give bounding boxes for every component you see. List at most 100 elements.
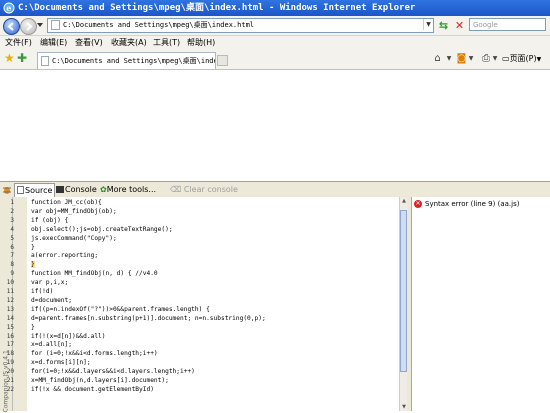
source-tab[interactable]: Source [14,183,56,198]
source-code-view[interactable]: 1 function JM_cc(ob){ 2 var obj=MM_findObj(… [7,197,399,411]
code-line: a(error.reporting; [31,252,99,260]
code-line: x=MM_findObj(n,d.layers[i].document); [31,377,169,384]
error-pane: ✕ Syntax error (line 9) (aa.js) [411,197,550,411]
home-icon[interactable]: ⌂ [432,53,443,65]
page-menu-label: 页面(P) [509,54,537,63]
line-number: 4 [10,225,14,233]
line-number: 15 [6,323,14,331]
page-icon [51,20,60,30]
line-number: 2 [10,207,14,215]
page-icon [41,56,49,66]
page-menu-icon: ▭ [502,54,510,63]
refresh-icon[interactable]: ⇆ [437,19,450,32]
line-number: 20 [6,368,14,376]
line-number: 19 [6,359,14,367]
address-url: C:\Documents and Settings\mpeg\桌面\index.… [63,21,255,29]
ie-icon: e [3,2,15,14]
code-line: obj.select();js=obj.createTextRange(); [31,225,173,233]
home-dropdown-icon[interactable]: ▼ [446,53,452,65]
line-number: 7 [10,252,14,260]
code-line: x=d.forms[i][n]; [31,359,91,367]
forward-button[interactable] [20,18,37,35]
address-dropdown-icon[interactable]: ▼ [423,19,433,30]
tab-label: C:\Documents and Settings\mpeg\桌面\index.… [52,57,215,65]
scroll-thumb[interactable] [400,210,407,372]
line-number: 6 [10,243,14,251]
code-line: if((p=n.indexOf("?"))>0&&parent.frames.l… [31,305,210,313]
stop-icon[interactable]: ✕ [453,19,466,32]
code-line: x=d.all[n]; [31,341,72,349]
console-tab[interactable]: Console [54,183,99,196]
line-number: 17 [6,341,14,349]
code-line: for(i=0;!x&&d.layers&&i<d.layers.length;… [31,368,195,376]
code-line: } [31,323,35,331]
line-number: 10 [6,279,14,287]
line-number: 13 [6,305,14,313]
line-number: 5 [10,234,14,242]
search-input[interactable]: Google [469,18,546,31]
error-message[interactable]: Syntax error (line 9) (aa.js) [425,198,519,210]
page-menu-button[interactable]: ▭页面(P)▼ [502,53,541,66]
line-number: 16 [6,332,14,340]
back-button[interactable] [3,18,20,35]
code-line: var p,i,x; [31,279,69,287]
tab-bar: ★ ✚ C:\Documents and Settings\mpeg\桌面\in… [0,50,550,70]
arrow-left-icon [7,22,14,31]
feeds-icon[interactable]: ◙ [456,53,467,65]
title-bar: e C:\Documents and Settings\mpeg\桌面\inde… [0,0,550,16]
code-line: var obj=MM_findObj(ob); [31,207,117,215]
code-line: if (obj) { [31,216,69,224]
line-number: 12 [6,296,14,304]
line-number: 22 [6,385,14,393]
code-line: if(!x && document.getElementById) [31,385,154,393]
code-line: function JM_cc(ob){ [31,199,102,206]
code-line: if(!(x=d[n])&&d.all) [31,332,106,340]
svg-text:e: e [6,3,11,13]
line-number: 14 [6,314,14,322]
error-icon: ✕ [414,200,422,208]
more-tools-button[interactable]: ✿More tools... [98,183,158,196]
more-tools-label: More tools... [106,185,157,194]
history-dropdown-icon[interactable] [37,22,43,28]
code-gutter [13,197,27,411]
line-number: 3 [10,216,14,224]
menu-help[interactable]: 帮助(H) [187,36,215,50]
address-toolbar: C:\Documents and Settings\mpeg\桌面\index.… [0,16,550,36]
code-line: for (i=0;!x&&i<d.forms.length;i++) [31,350,158,358]
menu-file[interactable]: 文件(F) [5,36,32,50]
source-tab-label: Source [25,186,53,195]
page-menu-dropdown-icon: ▼ [536,56,542,63]
new-tab-button[interactable] [217,55,228,66]
print-icon[interactable]: ⎙ [480,53,492,65]
favorites-star-icon[interactable]: ★ [4,52,15,64]
console-tab-label: Console [65,185,97,194]
code-line: if(!d) [31,288,54,295]
tools-icon: ✿ [100,185,107,194]
feeds-dropdown-icon[interactable]: ▼ [468,53,474,65]
line-number: 18 [6,350,14,358]
menu-bar: 文件(F) 编辑(E) 查看(V) 收藏夹(A) 工具(T) 帮助(H) [0,36,550,50]
clear-icon: ⌫ [170,185,182,194]
line-number: 21 [6,377,14,384]
line-number: 9 [10,270,14,278]
clear-console-button[interactable]: ⌫ Clear console [168,183,240,196]
menu-tools[interactable]: 工具(T) [153,36,180,50]
print-dropdown-icon[interactable]: ▼ [492,53,498,65]
address-field[interactable]: C:\Documents and Settings\mpeg\桌面\index.… [47,18,434,33]
code-line: } [31,261,35,269]
line-number: 1 [10,199,14,206]
code-line: d=document; [31,296,72,304]
window-title: C:\Documents and Settings\mpeg\桌面\index.… [18,3,416,13]
menu-edit[interactable]: 编辑(E) [40,36,67,50]
menu-favorites[interactable]: 收藏夹(A) [111,36,147,50]
add-favorite-icon[interactable]: ✚ [17,52,28,64]
line-number: 8 [10,261,14,269]
clear-console-label: Clear console [183,185,238,194]
code-line: d=parent.frames[n.substring(p+1)].docume… [31,314,266,322]
code-line: js.execCommand("Copy"); [31,234,117,242]
bug-icon[interactable] [2,185,12,195]
tab-active[interactable]: C:\Documents and Settings\mpeg\桌面\index.… [37,52,216,69]
console-tab-icon [56,186,64,193]
code-line: } [31,243,35,251]
menu-view[interactable]: 查看(V) [75,36,103,50]
